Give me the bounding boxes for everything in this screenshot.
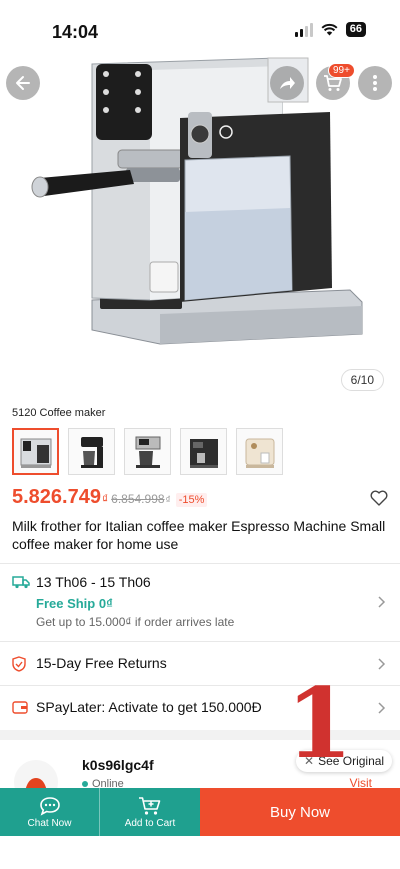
variant-label: 5120 Coffee maker [12,407,106,419]
more-options-button[interactable] [358,66,392,100]
truck-icon [12,576,30,589]
current-price-currency: ₫ [101,492,109,506]
cart-count-badge: 99+ [328,63,355,78]
bottom-action-bar: Chat Now Add to Cart Buy Now [0,788,400,836]
add-to-cart-label: Add to Cart [124,817,176,829]
variant-thumbnails [12,428,283,475]
share-button[interactable] [270,66,304,100]
variant-thumbnail[interactable] [236,428,283,475]
variant-thumbnail[interactable] [68,428,115,475]
image-page-counter: 6/10 [340,369,384,391]
espresso-machine-thumbnail [20,438,51,468]
paylater-label: SPayLater: Activate to get 150.000Đ [36,699,262,715]
add-to-cart-button[interactable]: Add to Cart [100,788,200,836]
espresso-machine-black-thumbnail [189,438,218,468]
chevron-right-icon [378,658,386,670]
more-vertical-icon [373,75,377,91]
drip-coffee-maker-steel-thumbnail [135,436,160,468]
late-delivery-note: Get up to 15.000₫ if order arrives late [36,615,235,629]
arrow-left-icon [16,76,30,90]
chat-now-label: Chat Now [27,817,72,829]
battery-indicator: 66 [345,22,366,37]
chat-now-button[interactable]: Chat Now [0,788,100,836]
variant-thumbnail[interactable] [12,428,59,475]
status-time: 14:04 [52,22,99,42]
wallet-icon [12,701,28,714]
overlay-number: 1 [286,667,353,780]
wifi-icon [321,23,338,36]
drip-coffee-maker-thumbnail [80,436,103,468]
chat-icon [39,796,60,816]
share-icon [280,77,295,89]
back-button[interactable] [6,66,40,100]
returns-label: 15-Day Free Returns [36,655,167,671]
shipping-dates: 13 Th06 - 15 Th06 [36,574,151,590]
product-title: Milk frother for Italian coffee maker Es… [12,518,386,552]
cellular-signal-icon [294,22,313,37]
buy-now-button[interactable]: Buy Now [200,788,400,836]
shield-check-icon [12,656,26,672]
variant-thumbnail[interactable] [180,428,227,475]
product-image-gallery[interactable]: 99+ 6/10 [0,52,400,397]
discount-badge: -15% [175,493,208,507]
price-row: 5.826.749 ₫ 6.854.998 ₫ -15% [12,486,388,512]
variant-thumbnail[interactable] [124,428,171,475]
status-icons: 66 [294,22,366,37]
online-dot [82,781,88,787]
current-price: 5.826.749 [12,486,101,508]
free-ship-label: Free Ship 0₫ [36,596,113,611]
chevron-right-icon [378,596,386,608]
status-bar: 14:04 66 [0,0,400,52]
espresso-machine-cream-thumbnail [245,438,274,468]
heart-icon[interactable] [370,490,388,506]
original-price-currency: ₫ [165,495,171,506]
chevron-right-icon [378,702,386,714]
original-price: 6.854.998 [111,492,165,506]
coffee-machine-image [31,57,363,345]
buy-now-label: Buy Now [269,803,331,821]
cart-plus-icon [139,796,161,815]
seller-name[interactable]: k0s96lgc4f [82,757,154,773]
